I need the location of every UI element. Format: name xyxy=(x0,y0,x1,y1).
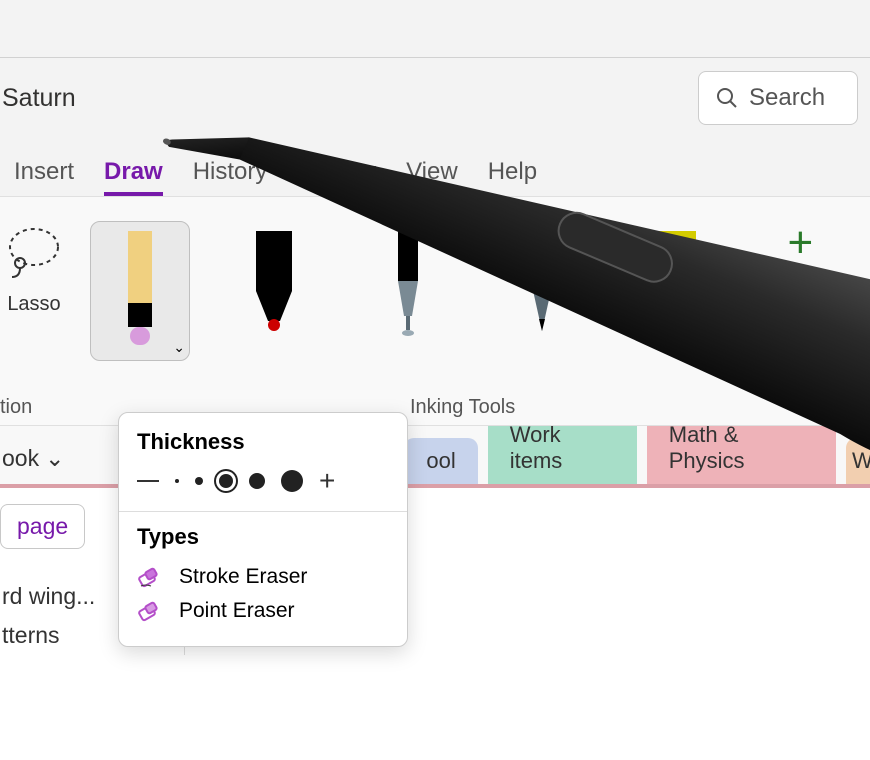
lasso-tool[interactable]: Lasso xyxy=(2,221,66,316)
ribbon-group-selection-label: tion xyxy=(0,396,32,419)
tab-insert[interactable]: Insert xyxy=(14,158,74,196)
pen-tool-highlighter[interactable] xyxy=(626,221,726,361)
notebook-dropdown-label: ook xyxy=(2,445,39,472)
section-tab-partial[interactable]: W xyxy=(846,438,870,484)
add-pen-label: Add Pen xyxy=(760,269,841,293)
tab-draw[interactable]: Draw xyxy=(104,158,163,196)
tab-review[interactable]: Review xyxy=(297,158,376,196)
highlighter-icon xyxy=(650,231,702,351)
thickness-row: + xyxy=(137,465,389,497)
search-box[interactable]: Search xyxy=(698,71,858,125)
popup-divider xyxy=(119,511,407,512)
lasso-icon xyxy=(2,221,66,285)
tab-help[interactable]: Help xyxy=(488,158,537,196)
eraser-type-stroke[interactable]: Stroke Eraser xyxy=(137,560,389,594)
ribbon-body: Lasso ⌄ xyxy=(0,196,870,426)
pen-tool-pencil-pink[interactable]: ⌄ xyxy=(90,221,190,361)
fine-pen-icon xyxy=(388,231,428,351)
search-icon xyxy=(715,86,739,110)
document-title[interactable]: Saturn xyxy=(0,84,76,113)
types-heading: Types xyxy=(137,524,389,550)
thickness-dot-5[interactable] xyxy=(281,470,303,492)
thickness-dot-4[interactable] xyxy=(249,473,265,489)
pen-tool-pencil-dark[interactable] xyxy=(492,221,592,361)
thickness-add-icon[interactable]: + xyxy=(319,465,335,497)
window-chrome-strip xyxy=(0,0,870,58)
tab-history[interactable]: History xyxy=(193,158,268,196)
point-eraser-label: Point Eraser xyxy=(179,599,295,623)
stroke-eraser-label: Stroke Eraser xyxy=(179,565,307,589)
thickness-thin-line[interactable] xyxy=(137,480,159,482)
search-placeholder: Search xyxy=(749,84,825,112)
point-eraser-icon xyxy=(137,598,163,624)
add-page-button[interactable]: page xyxy=(0,504,85,549)
add-pen-button[interactable]: + Add Pen ⌄ xyxy=(760,221,841,314)
plus-icon: + xyxy=(787,221,813,265)
ribbon-group-inking-label: Inking Tools xyxy=(410,396,515,419)
notebook-dropdown[interactable]: ook ⌄ xyxy=(0,445,74,484)
chevron-down-icon[interactable]: ⌄ xyxy=(794,297,806,314)
thickness-dot-1[interactable] xyxy=(175,479,179,483)
thickness-heading: Thickness xyxy=(137,429,389,455)
title-row: Saturn Search xyxy=(0,58,870,138)
pencil-dark-icon xyxy=(522,231,562,351)
pencil-pink-icon xyxy=(120,231,160,351)
chevron-down-icon: ⌄ xyxy=(45,445,64,472)
eraser-type-point[interactable]: Point Eraser xyxy=(137,594,389,628)
tab-view[interactable]: View xyxy=(406,158,458,196)
lasso-label: Lasso xyxy=(7,293,60,316)
ribbon-tabs: Insert Draw History Review View Help xyxy=(0,138,870,196)
pen-tool-marker[interactable] xyxy=(224,221,324,361)
stroke-eraser-icon xyxy=(137,564,163,590)
thickness-dot-3-selected[interactable] xyxy=(219,474,233,488)
thickness-dot-2[interactable] xyxy=(195,477,203,485)
pen-options-popup: Thickness + Types Stroke Eraser Point Er… xyxy=(118,412,408,647)
section-tab-ool[interactable]: ool xyxy=(404,438,477,484)
pen-tool-fine-pen[interactable] xyxy=(358,221,458,361)
marker-icon xyxy=(250,231,298,351)
chevron-down-icon[interactable]: ⌄ xyxy=(173,339,185,356)
pen-gallery: ⌄ xyxy=(90,221,841,361)
